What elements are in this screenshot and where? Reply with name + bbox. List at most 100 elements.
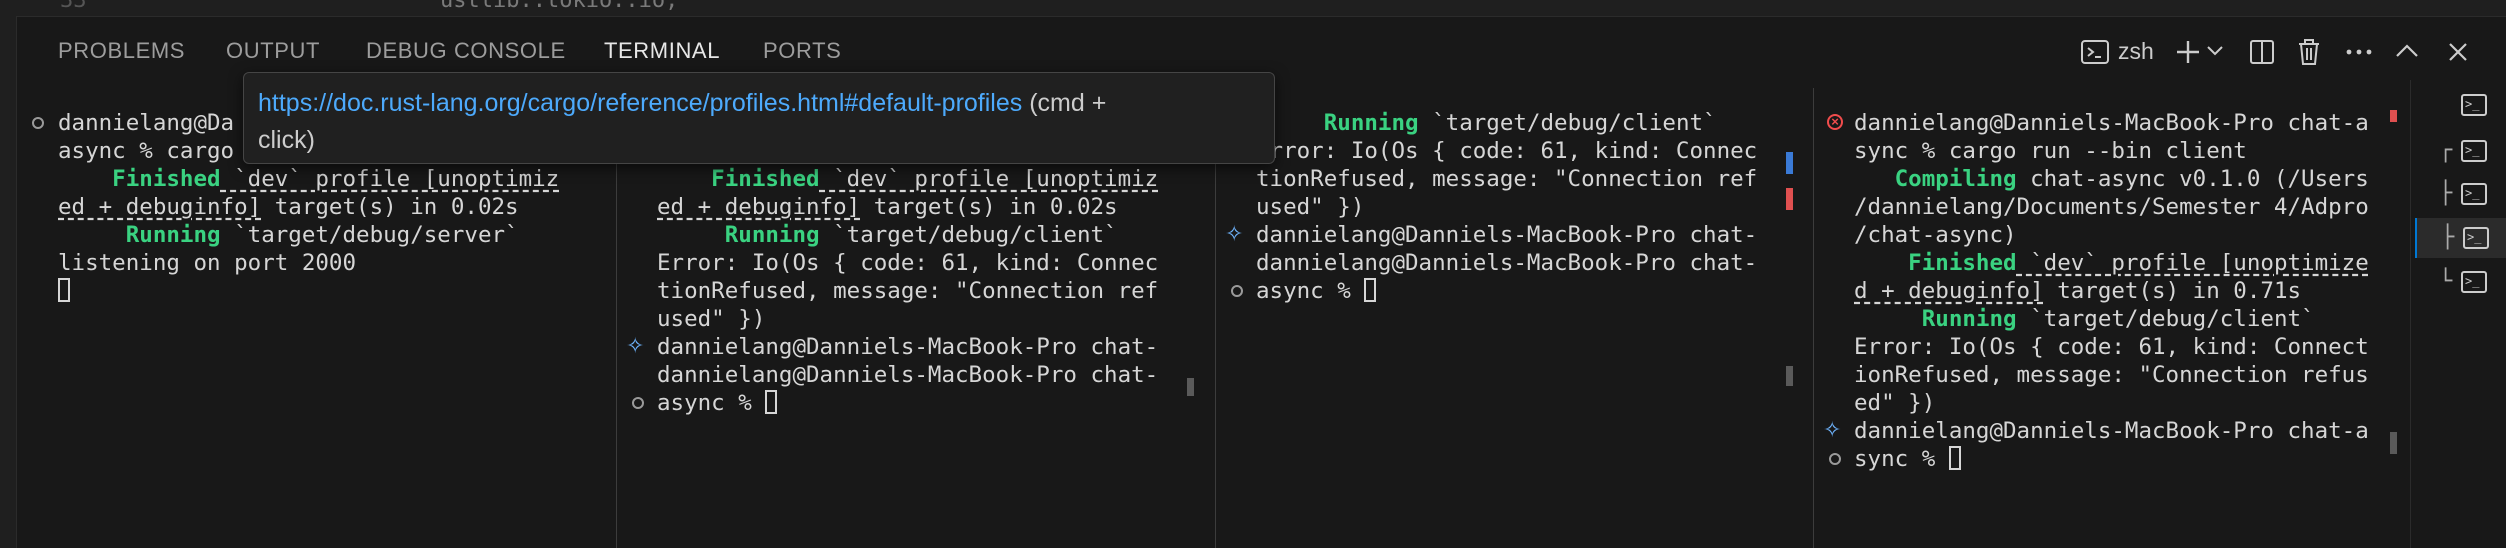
terminal-icon: >_ — [2461, 94, 2487, 116]
line-number: 33 — [60, 0, 87, 13]
maximize-panel-button[interactable] — [2394, 40, 2420, 62]
terminal-line: dannielang@Danniels-MacBook-Pro chat- — [1256, 222, 1758, 248]
terminal-prompt: async % — [1256, 278, 1365, 304]
scrollbar-marker-error — [2390, 110, 2397, 122]
scrollbar-marker-info — [1786, 152, 1793, 174]
terminal-prompt: sync % — [1854, 446, 1949, 472]
close-icon — [2449, 43, 2467, 61]
scrollbar-thumb[interactable] — [2390, 432, 2397, 454]
terminal-tab-item[interactable]: ┌ >_ — [2439, 131, 2505, 171]
hover-link[interactable]: https://doc.rust-lang.org/cargo/referenc… — [258, 89, 1022, 117]
scrollbar-thumb[interactable] — [1786, 366, 1793, 386]
chevron-down-icon — [2207, 46, 2223, 56]
terminal-tab-item[interactable]: └ >_ — [2439, 262, 2505, 302]
terminal-cursor — [58, 278, 70, 302]
link-hover-tooltip: https://doc.rust-lang.org/cargo/referenc… — [243, 72, 1275, 164]
tab-terminal[interactable]: TERMINAL — [604, 38, 720, 64]
terminal-icon: >_ — [2461, 271, 2487, 293]
split-icon — [2250, 40, 2274, 64]
terminal-line: target(s) in 0.02s — [261, 194, 519, 220]
terminal-line: `target/debug/server` — [220, 222, 519, 248]
tab-ports[interactable]: PORTS — [763, 38, 841, 64]
terminal-line: ionRefused, message: "Connection refus — [1854, 362, 2369, 388]
kill-terminal-button[interactable] — [2296, 37, 2322, 67]
terminal-link-text[interactable]: `dev` profile [unoptimize — [2017, 250, 2369, 276]
terminal-pane-4[interactable]: × dannielang@Danniels-MacBook-Pro chat-a… — [1814, 100, 2402, 548]
terminal-line: target(s) in 0.02s — [860, 194, 1118, 220]
terminal-pane-1[interactable]: dannielang@Da async % cargo Finished `de… — [16, 100, 586, 548]
terminal-line: Error: Io(Os { code: 61, kind: Connec — [657, 250, 1159, 276]
terminal-status-running: Running — [657, 222, 820, 248]
terminal-line: dannielang@Danniels-MacBook-Pro chat- — [657, 334, 1159, 360]
split-terminal-button[interactable] — [2248, 38, 2276, 66]
terminal-tab-item-active[interactable]: ├ >_ — [2415, 218, 2506, 258]
terminal-line: dannielang@Da — [58, 110, 235, 136]
trash-icon — [2299, 39, 2319, 65]
scrollbar-marker-error — [1786, 188, 1793, 210]
panel-border — [16, 16, 2506, 17]
sparkle-icon[interactable]: ✧ — [1823, 419, 1841, 441]
plus-icon — [2177, 41, 2199, 63]
terminal-line: `target/debug/client` — [2016, 306, 2315, 332]
tree-branch-icon: └ — [2439, 269, 2453, 294]
terminal-status-running: Running — [58, 222, 221, 248]
terminal-icon: >_ — [2463, 227, 2489, 249]
launch-profile-dropdown[interactable] — [2206, 44, 2224, 58]
terminal-prompt: async % — [657, 390, 766, 416]
tab-debug-console[interactable]: DEBUG CONSOLE — [366, 38, 566, 64]
error-icon[interactable]: × — [1827, 114, 1843, 130]
editor-peek: 33 ustlib::tokio::io; — [0, 0, 2506, 16]
command-decoration[interactable] — [1829, 453, 1841, 465]
sparkle-icon[interactable]: ✧ — [626, 335, 644, 357]
terminal-tabs-list: >_ ┌ >_ ├ >_ ├ >_ └ >_ — [2410, 80, 2506, 548]
terminal-line: async % cargo — [58, 138, 235, 164]
terminal-link-text[interactable]: d + debuginfo] — [1854, 278, 2044, 304]
command-decoration[interactable] — [1231, 285, 1243, 297]
terminal-line: chat-async v0.1.0 (/Users — [2016, 166, 2369, 192]
terminal-line: dannielang@Danniels-MacBook-Pro chat- — [1256, 250, 1758, 276]
new-terminal-button[interactable] — [2174, 38, 2202, 66]
code-fragment: ustlib::tokio::io; — [440, 0, 679, 13]
terminal-tab-item[interactable]: ├ >_ — [2439, 174, 2505, 214]
terminal-line: tionRefused, message: "Connection ref — [657, 278, 1159, 304]
chevron-up-icon — [2396, 44, 2418, 57]
terminal-link-text[interactable]: `dev` profile [unoptimiz — [221, 166, 559, 192]
terminal-status-finished: Finished — [1854, 250, 2017, 276]
terminal-status-finished: Finished — [58, 166, 221, 192]
tab-problems[interactable]: PROBLEMS — [58, 38, 185, 64]
terminal-line: Error: Io(Os { code: 61, kind: Connect — [1854, 334, 2369, 360]
terminal-status-finished: Finished — [657, 166, 820, 192]
terminal-tab-item[interactable]: >_ — [2441, 85, 2505, 125]
scrollbar-thumb[interactable] — [1187, 378, 1194, 396]
terminal-line: dannielang@Danniels-MacBook-Pro chat-a — [1854, 418, 2369, 444]
hover-hint-2: click) — [258, 126, 315, 154]
terminal-cursor — [1364, 278, 1377, 302]
command-decoration[interactable] — [632, 397, 644, 409]
command-decoration[interactable] — [32, 117, 44, 129]
terminal-icon: >_ — [2461, 183, 2487, 205]
terminal-status-running: Running — [1854, 306, 2017, 332]
terminal-link-text[interactable]: `dev` profile [unoptimiz — [820, 166, 1158, 192]
terminal-line: tionRefused, message: "Connection ref — [1256, 166, 1758, 192]
tree-branch-icon: ┌ — [2439, 138, 2453, 163]
shell-name[interactable]: zsh — [2118, 38, 2154, 65]
sparkle-icon[interactable]: ✧ — [1225, 223, 1243, 245]
tab-output[interactable]: OUTPUT — [226, 38, 320, 64]
terminal-link-text[interactable]: ed + debuginfo] — [58, 194, 261, 220]
terminal-pane-2[interactable]: Finished `dev` profile [unoptimiz ed + d… — [617, 100, 1195, 548]
terminal-link-text[interactable]: ed + debuginfo] — [657, 194, 860, 220]
terminal-line: /dannielang/Documents/Semester 4/Adpro — [1854, 194, 2369, 220]
terminal-line: /chat-async) — [1854, 222, 2017, 248]
editor-gutter — [0, 16, 17, 548]
terminal-pane-3[interactable]: Running `target/debug/client` Error: Io(… — [1216, 100, 1794, 548]
terminal-icon: >_ — [2461, 140, 2487, 162]
new-terminal-profile-button[interactable] — [2080, 38, 2110, 66]
terminal-line: target(s) in 0.71s — [2043, 278, 2302, 304]
terminal-line: used" }) — [657, 306, 766, 332]
terminal-line: `target/debug/client` — [819, 222, 1118, 248]
more-actions-button[interactable] — [2344, 38, 2374, 66]
terminal-line: sync % cargo run --bin client — [1854, 138, 2247, 164]
close-panel-button[interactable] — [2446, 40, 2470, 64]
terminal-icon — [2081, 40, 2109, 64]
terminal-line: listening on port 2000 — [58, 250, 357, 276]
